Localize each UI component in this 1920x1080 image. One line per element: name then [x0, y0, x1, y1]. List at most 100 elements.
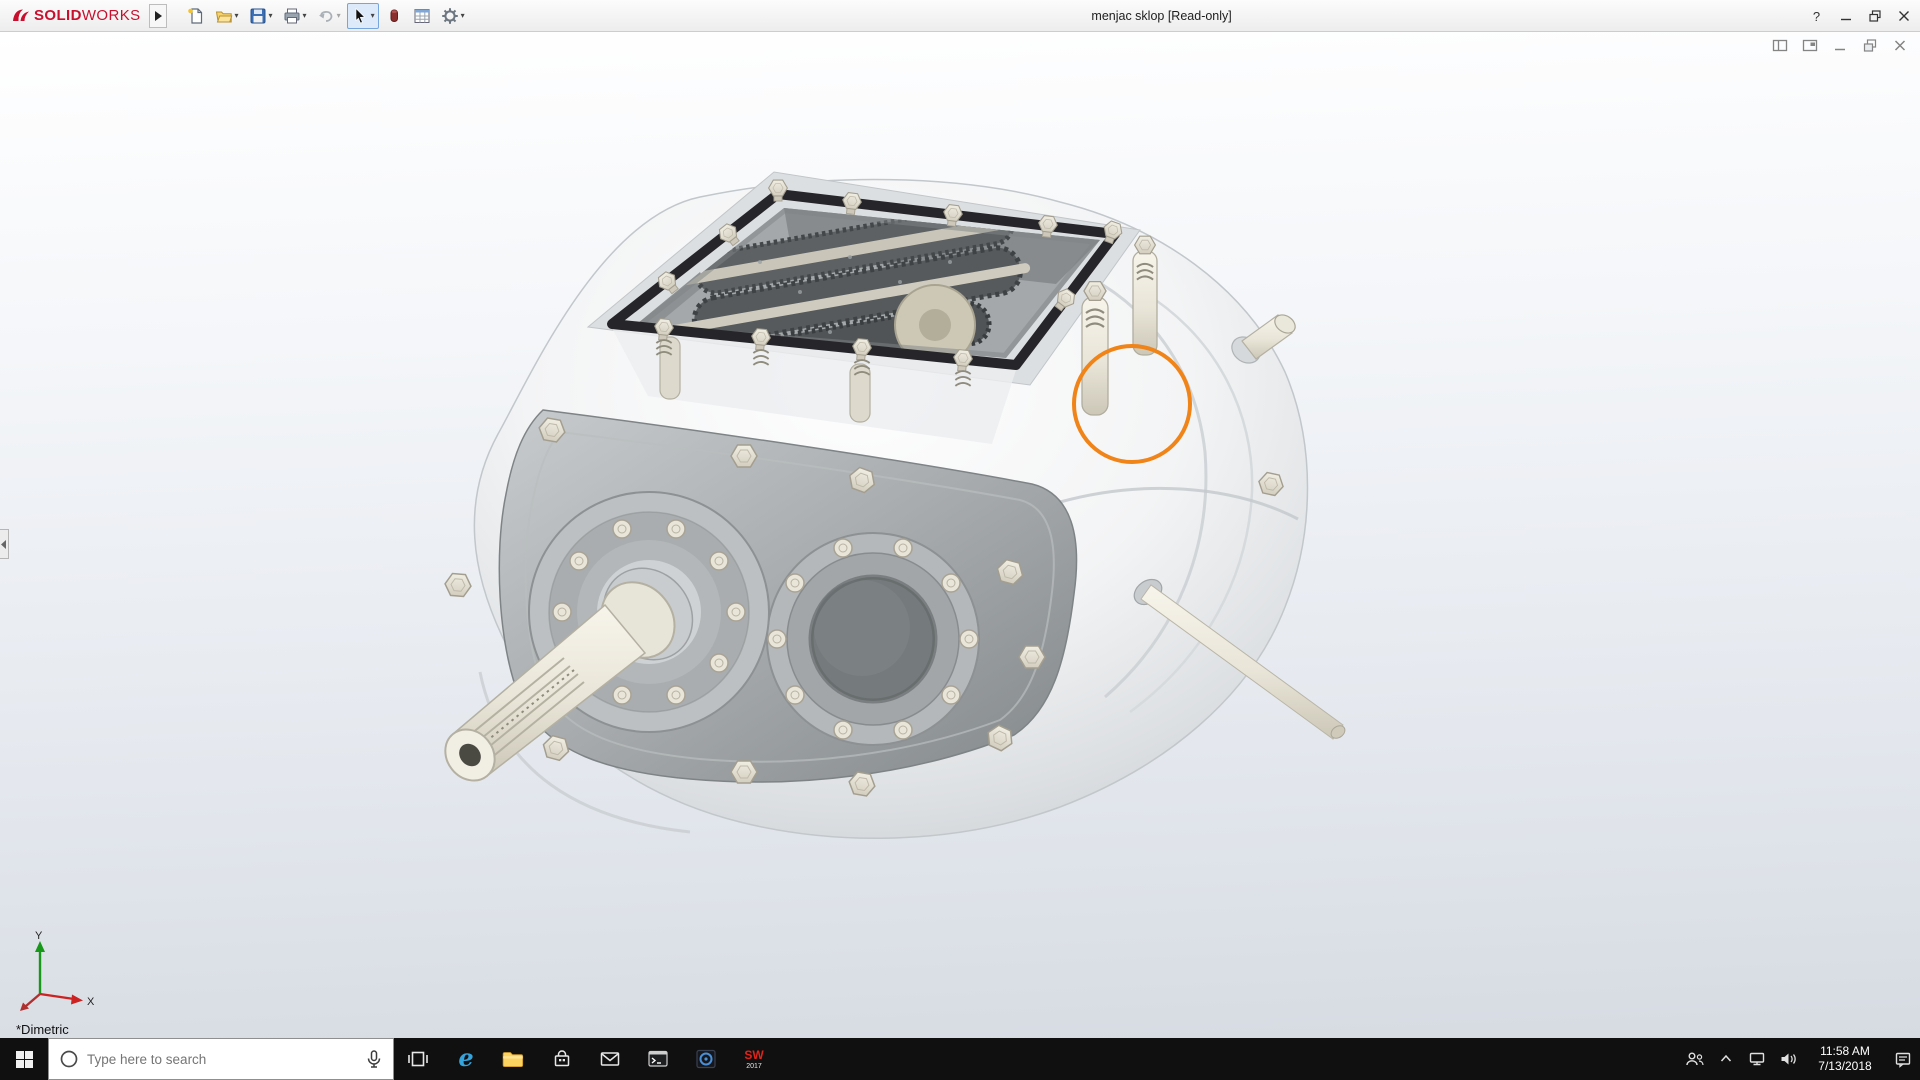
doc-minimize-icon	[1834, 48, 1845, 50]
clock-time: 11:58 AM	[1820, 1044, 1870, 1058]
window-controls: ?	[1802, 0, 1918, 32]
new-window-icon	[1802, 39, 1817, 51]
dropdown-caret[interactable]: ▾	[461, 11, 465, 20]
taskbar-clock[interactable]: 11:58 AM 7/13/2018	[1805, 1044, 1885, 1074]
task-view-icon	[408, 1051, 428, 1067]
console-button[interactable]	[634, 1038, 682, 1080]
network-icon	[1749, 1052, 1764, 1066]
options-gear-icon	[441, 7, 458, 24]
graphics-viewport[interactable]: Y X *Dimetric	[0, 32, 1920, 1038]
tray-overflow-button[interactable]	[1712, 1038, 1739, 1080]
reference-triad: Y X	[20, 930, 95, 1011]
mail-icon	[600, 1052, 620, 1066]
view-orientation-label: *Dimetric	[16, 1022, 69, 1037]
store-button[interactable]	[538, 1038, 586, 1080]
design-table-button[interactable]	[409, 3, 435, 29]
minimize-button[interactable]	[1831, 0, 1860, 32]
panel-expander[interactable]	[0, 529, 9, 559]
windows-logo-icon	[15, 1050, 33, 1068]
undo-button[interactable]: ▾	[313, 3, 345, 29]
select-button[interactable]: ▾	[346, 2, 379, 29]
solidworks-logo: SOLIDWORKS	[0, 7, 149, 24]
start-button[interactable]	[0, 1038, 48, 1080]
volume-button[interactable]	[1774, 1038, 1801, 1080]
undo-icon	[318, 10, 332, 22]
windows-taskbar: e	[0, 1038, 1920, 1080]
action-center-button[interactable]	[1889, 1038, 1916, 1080]
doc-restore-icon	[1863, 38, 1876, 52]
doc-close-button[interactable]	[1891, 37, 1908, 53]
svg-text:e: e	[458, 1045, 473, 1072]
brand-text: SOLIDWORKS	[34, 7, 141, 24]
dropdown-caret[interactable]: ▾	[269, 11, 273, 20]
flyout-arrow-icon	[154, 10, 162, 21]
gearbox-3d-model	[443, 171, 1346, 839]
new-window-button[interactable]	[1801, 37, 1818, 53]
split-window-button[interactable]	[1771, 37, 1788, 53]
cortana-icon	[60, 1050, 78, 1068]
file-explorer-icon	[502, 1052, 524, 1068]
open-icon	[215, 11, 232, 22]
select-cursor-icon	[355, 7, 365, 23]
media-app-icon	[696, 1049, 716, 1069]
bearing-cover-right	[766, 532, 980, 746]
options-button[interactable]: ▾	[437, 3, 469, 29]
document-window-controls	[1771, 37, 1908, 53]
minimize-icon	[1840, 18, 1851, 21]
new-document-button[interactable]	[183, 3, 209, 29]
system-tray: 11:58 AM 7/13/2018	[1681, 1038, 1920, 1080]
solidworks-2017-icon: SW 2017	[744, 1048, 764, 1070]
chevron-up-icon	[1720, 1054, 1731, 1062]
design-table-icon	[414, 8, 430, 23]
svg-text:SW: SW	[744, 1048, 764, 1062]
print-button[interactable]: ▾	[279, 3, 311, 29]
doc-restore-button[interactable]	[1861, 37, 1878, 53]
triad-x-label: X	[87, 996, 95, 1008]
new-document-icon	[187, 7, 202, 24]
print-icon	[284, 8, 300, 23]
clock-date: 7/13/2018	[1818, 1059, 1872, 1073]
file-explorer-button[interactable]	[490, 1038, 538, 1080]
task-view-button[interactable]	[394, 1038, 442, 1080]
doc-minimize-button[interactable]	[1831, 37, 1848, 53]
network-button[interactable]	[1743, 1038, 1770, 1080]
edit-appearance-icon	[390, 9, 398, 22]
doc-close-icon	[1894, 39, 1905, 51]
close-icon	[1898, 11, 1909, 21]
action-center-icon	[1895, 1052, 1910, 1068]
console-icon	[648, 1050, 668, 1067]
media-app-button[interactable]	[682, 1038, 730, 1080]
svg-text:2017: 2017	[746, 1063, 762, 1070]
solidworks-window: SOLIDWORKS ▾ ▾ ▾ ▾ ▾ ▾ menjac sklop [Rea…	[0, 0, 1920, 1080]
help-button[interactable]: ?	[1802, 0, 1831, 32]
titlebar: SOLIDWORKS ▾ ▾ ▾ ▾ ▾ ▾ menjac sklop [Rea…	[0, 0, 1920, 32]
dropdown-caret[interactable]: ▾	[303, 11, 307, 20]
edge-button[interactable]: e	[442, 1038, 490, 1080]
save-button[interactable]: ▾	[245, 3, 277, 29]
maximize-icon	[1868, 10, 1881, 22]
dropdown-caret[interactable]: ▾	[371, 11, 375, 20]
taskbar-search[interactable]	[48, 1038, 394, 1080]
edge-icon: e	[458, 1045, 473, 1072]
ds-logo-icon	[13, 9, 29, 21]
expander-arrow-icon	[1, 539, 6, 549]
toolbar-flyout-arrow[interactable]	[148, 3, 167, 28]
mail-button[interactable]	[586, 1038, 634, 1080]
dropdown-caret[interactable]: ▾	[337, 11, 341, 20]
edit-appearance-button[interactable]	[381, 3, 407, 29]
speaker-icon	[1781, 1053, 1796, 1065]
document-title: menjac sklop [Read-only]	[1091, 9, 1232, 23]
microphone-icon[interactable]	[365, 1049, 383, 1069]
people-icon	[1685, 1052, 1704, 1066]
store-icon	[554, 1050, 570, 1067]
open-button[interactable]: ▾	[211, 3, 243, 29]
solidworks-2017-button[interactable]: SW 2017	[730, 1038, 778, 1080]
search-input[interactable]	[87, 1051, 357, 1067]
close-button[interactable]	[1889, 0, 1918, 32]
save-icon	[250, 8, 266, 23]
people-button[interactable]	[1681, 1038, 1708, 1080]
dropdown-caret[interactable]: ▾	[235, 11, 239, 20]
triad-y-label: Y	[35, 930, 43, 942]
maximize-button[interactable]	[1860, 0, 1889, 32]
standard-toolbar: ▾ ▾ ▾ ▾ ▾ ▾	[183, 2, 469, 29]
